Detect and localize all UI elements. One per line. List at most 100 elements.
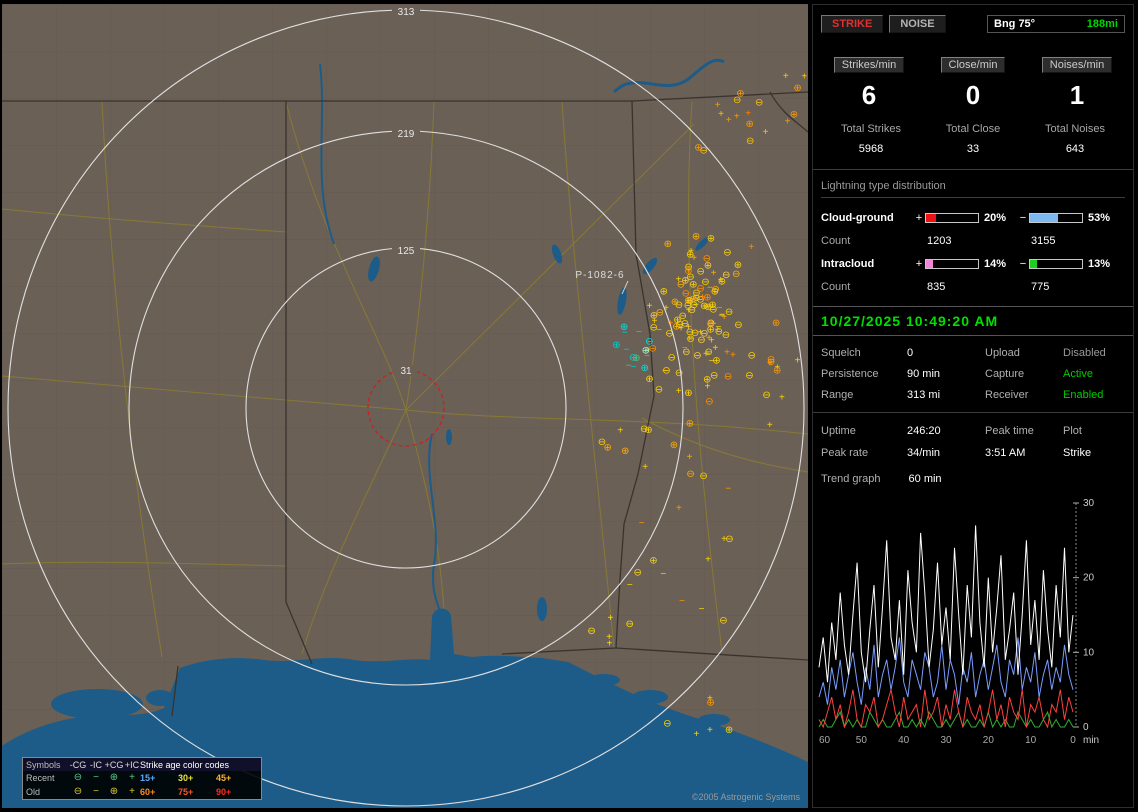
- cg-plus-icon: ⊕: [104, 787, 124, 797]
- svg-text:⊕: ⊕: [621, 446, 629, 457]
- minus-sign: −: [1017, 212, 1029, 224]
- bearing-label: Bng 75°: [994, 18, 1035, 30]
- svg-text:⊕: ⊕: [725, 725, 733, 736]
- svg-text:⊖: ⊖: [684, 300, 692, 311]
- close-per-min-badge[interactable]: Close/min: [941, 57, 1006, 73]
- svg-text:−: −: [716, 322, 722, 333]
- ic-plus-icon: +: [124, 773, 140, 783]
- cg-negative-bar: [1029, 213, 1083, 223]
- distribution-section: Lightning type distribution Cloud-ground…: [813, 170, 1133, 298]
- svg-text:−: −: [624, 344, 630, 355]
- distribution-name: Cloud-ground: [821, 212, 913, 224]
- distribution-row-cloud-ground: Cloud-ground + 20% − 53%: [821, 206, 1125, 230]
- strike-button[interactable]: STRIKE: [821, 15, 883, 33]
- svg-text:+: +: [693, 729, 699, 740]
- legend-row-recent: Recent ⊖ − ⊕ + 15+ 30+ 45+: [23, 771, 261, 785]
- svg-text:⊕: ⊕: [686, 249, 694, 260]
- capture-status: Active: [1063, 368, 1125, 380]
- svg-text:40: 40: [898, 735, 910, 746]
- svg-text:+: +: [783, 71, 789, 82]
- svg-text:+: +: [767, 420, 773, 431]
- svg-text:−: −: [639, 518, 645, 529]
- svg-text:⊕: ⊕: [686, 418, 694, 429]
- legend-age-title: Strike age color codes: [140, 760, 254, 770]
- cg-positive-count: 1203: [913, 235, 1017, 247]
- noises-per-min: Noises/min 1: [1031, 57, 1123, 111]
- svg-text:⊕: ⊕: [706, 325, 714, 336]
- close-per-min-value: 0: [927, 80, 1019, 111]
- svg-text:⊖: ⊖: [748, 351, 756, 362]
- svg-text:⊕: ⊕: [684, 388, 692, 399]
- close-per-min: Close/min 0: [927, 57, 1019, 111]
- ic-minus-icon: −: [88, 773, 104, 783]
- strikes-per-min-badge[interactable]: Strikes/min: [834, 57, 904, 73]
- svg-text:⊖: ⊖: [682, 347, 690, 358]
- svg-text:−: −: [660, 569, 666, 580]
- svg-text:⊖: ⊖: [703, 253, 711, 264]
- receiver-status: Enabled: [1063, 389, 1125, 401]
- noise-button[interactable]: NOISE: [889, 15, 945, 33]
- svg-text:+: +: [705, 555, 711, 566]
- svg-text:+: +: [652, 316, 658, 327]
- peak-time-label: Peak time: [985, 425, 1063, 437]
- ic-positive-bar: [925, 259, 979, 269]
- legend-title: Symbols: [26, 760, 68, 770]
- svg-text:⊖: ⊖: [719, 615, 727, 626]
- svg-text:⊖: ⊖: [655, 384, 663, 395]
- svg-text:⊖: ⊖: [762, 390, 770, 401]
- status-panel: STRIKE NOISE Bng 75° 188mi Strikes/min 6…: [812, 4, 1134, 808]
- upload-label: Upload: [985, 347, 1063, 359]
- total-noises: Total Noises 643: [1027, 123, 1123, 155]
- noises-per-min-badge[interactable]: Noises/min: [1042, 57, 1112, 73]
- ring-label-313: 313: [398, 7, 415, 18]
- svg-text:⊖: ⊖: [626, 619, 634, 630]
- svg-text:−: −: [644, 351, 650, 362]
- plus-sign: +: [913, 258, 925, 270]
- svg-text:⊕: ⊕: [703, 375, 711, 386]
- svg-text:⊕: ⊕: [641, 363, 649, 374]
- svg-text:⊖: ⊖: [711, 285, 719, 296]
- ic-plus-icon: +: [124, 787, 140, 797]
- copyright: ©2005 Astrogenic Systems: [692, 792, 800, 802]
- peak-rate-value: 34/min: [907, 447, 985, 459]
- svg-text:−: −: [627, 580, 633, 591]
- svg-text:+: +: [676, 503, 682, 514]
- trend-header: Trend graph 60 min: [813, 467, 1133, 489]
- svg-text:−: −: [706, 349, 712, 360]
- svg-text:⊖: ⊖: [634, 567, 642, 578]
- svg-text:⊕: ⊕: [736, 89, 744, 100]
- svg-text:⊖: ⊖: [724, 371, 732, 382]
- svg-text:−: −: [699, 604, 705, 615]
- svg-text:⊖: ⊖: [598, 437, 606, 448]
- svg-text:⊖: ⊖: [684, 262, 692, 273]
- noises-per-min-value: 1: [1031, 80, 1123, 111]
- svg-text:⊕: ⊕: [793, 83, 801, 94]
- minus-sign: −: [1017, 258, 1029, 270]
- svg-text:min: min: [1083, 735, 1099, 746]
- svg-text:⊖: ⊖: [745, 370, 753, 381]
- svg-text:⊕: ⊕: [620, 322, 628, 333]
- map-view[interactable]: ⊖⊕⊕⊖⊖⊖⊖⊕⊖+⊕⊖+++⊖⊖+⊕⊕⊕+−⊕⊕+⊕⊕⊕⊕−⊖⊖⊖⊕⊕+⊖++…: [2, 4, 808, 808]
- svg-text:⊖: ⊖: [755, 98, 763, 109]
- svg-text:⊕: ⊕: [649, 556, 657, 567]
- svg-text:+: +: [712, 343, 718, 354]
- total-close: Total Close 33: [925, 123, 1021, 155]
- svg-text:⊕: ⊕: [790, 110, 798, 121]
- strike-symbols-legend: Symbols -CG -IC +CG +IC Strike age color…: [22, 757, 262, 800]
- squelch-label: Squelch: [821, 347, 907, 359]
- ring-label-31: 31: [400, 366, 412, 377]
- trend-graph-container: 30201006050403020100min: [813, 489, 1133, 752]
- svg-text:20: 20: [983, 735, 995, 746]
- svg-text:+: +: [642, 462, 648, 473]
- map-svg[interactable]: ⊖⊕⊕⊖⊖⊖⊖⊕⊖+⊕⊖+++⊖⊖+⊕⊕⊕+−⊕⊕+⊕⊕⊕⊕−⊖⊖⊖⊕⊕+⊖++…: [2, 4, 808, 808]
- cg-positive-bar: [925, 213, 979, 223]
- svg-text:⊕: ⊕: [671, 297, 679, 308]
- ic-negative-bar: [1029, 259, 1083, 269]
- svg-text:⊖: ⊖: [587, 626, 595, 637]
- svg-text:⊖: ⊖: [746, 136, 754, 147]
- legend-row-old: Old ⊖ − ⊕ + 60+ 75+ 90+: [23, 785, 261, 799]
- strikes-per-min-value: 6: [823, 80, 915, 111]
- settings-section: Squelch 0 Upload Disabled Persistence 90…: [813, 336, 1133, 413]
- cg-plus-icon: ⊕: [104, 773, 124, 783]
- svg-text:⊖: ⊖: [675, 368, 683, 379]
